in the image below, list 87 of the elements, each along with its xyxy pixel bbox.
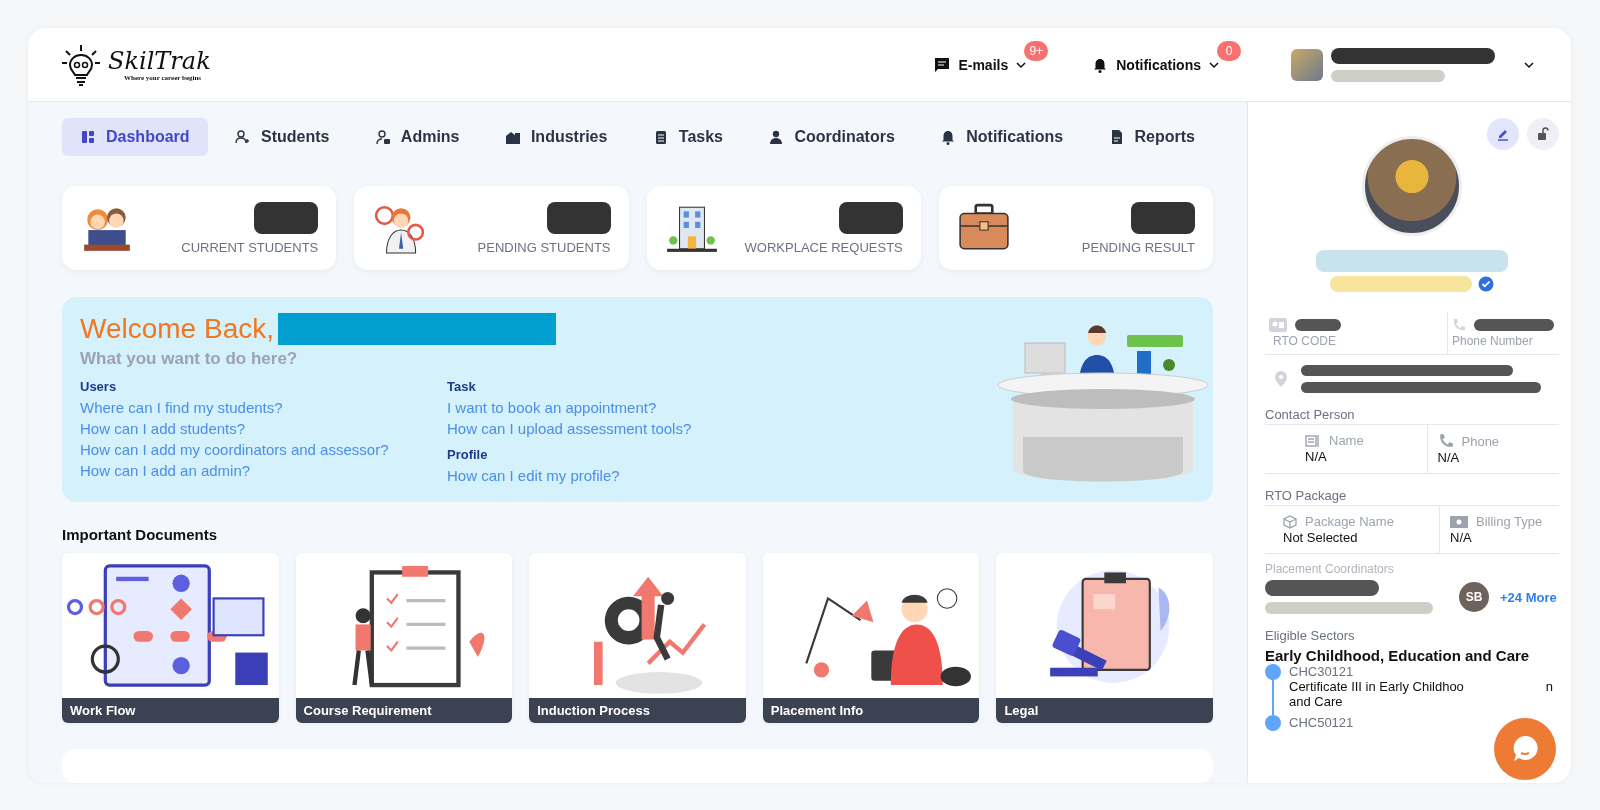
course-name: and Care: [1289, 694, 1344, 709]
avatar-initials: SB: [1459, 582, 1489, 612]
welcome-title: Welcome Back,: [80, 313, 274, 345]
field-label: Name: [1329, 433, 1364, 448]
document-title: Work Flow: [62, 698, 279, 723]
verified-badge-icon: [1478, 276, 1494, 292]
redacted-value: [838, 201, 903, 234]
stat-label: WORKPLACE REQUESTS: [744, 239, 903, 255]
redacted-value: [1295, 319, 1341, 331]
nav-tab[interactable]: Admins: [356, 118, 478, 156]
section-title: Eligible Sectors: [1265, 628, 1356, 643]
location-pin-icon: [1275, 371, 1287, 387]
field-value: N/A: [1305, 449, 1328, 464]
more-link[interactable]: +24 More: [1500, 589, 1557, 605]
chevron-down-icon: [1209, 59, 1219, 70]
people-icon: [235, 129, 251, 145]
bell-icon: [940, 129, 957, 145]
nav-tab[interactable]: Industries: [486, 118, 626, 156]
students-drawing: [84, 208, 130, 251]
group-heading: Profile: [447, 447, 489, 462]
stat-label: PENDING RESULT: [1081, 239, 1195, 255]
clerk-drawing: [375, 205, 425, 254]
document-title: Induction Process: [529, 698, 746, 723]
document-card[interactable]: Placement Info: [762, 553, 980, 723]
section-title: Contact Person: [1265, 407, 1559, 425]
group-heading: Task: [447, 379, 477, 394]
field-label: Phone Number: [1452, 334, 1534, 348]
unlocked-padlock-icon: [1536, 127, 1550, 141]
message-icon: [934, 56, 951, 73]
field-label: Package Name: [1305, 514, 1394, 529]
section-title: Placement Coordinators: [1265, 562, 1395, 576]
count-badge: 9+: [1024, 40, 1049, 61]
phone-icon: [1437, 433, 1454, 449]
lightbulb-icon: [60, 42, 102, 87]
bell-icon: [1092, 56, 1109, 73]
course-code: CHC30121: [1289, 664, 1355, 679]
document-card[interactable]: Work Flow: [62, 553, 279, 723]
field-label: RTO CODE: [1272, 334, 1337, 348]
name-card-icon: [1305, 433, 1321, 448]
document-card[interactable]: Legal: [996, 553, 1213, 723]
stat-label: PENDING STUDENTS: [477, 239, 611, 255]
pencil-icon: [1496, 127, 1510, 141]
nav-tab[interactable]: Reports: [1090, 118, 1213, 156]
user-lock-icon: [374, 129, 391, 145]
banknote-icon: [1450, 515, 1468, 528]
course-code: CHC50121: [1289, 715, 1354, 730]
course-name: n: [1545, 679, 1553, 694]
logo-wordmark: SkilTrak: [108, 47, 211, 74]
nav-tab[interactable]: Notifications: [922, 118, 1082, 156]
course-name: Certificate III in Early Childhoo: [1289, 679, 1464, 694]
field-value: Not Selected: [1283, 530, 1359, 545]
welcome-subtitle: What you want to do here?: [80, 349, 299, 369]
field-value: N/A: [1437, 450, 1461, 465]
unlock-button[interactable]: [1527, 118, 1559, 150]
document-card[interactable]: Course Requirement: [295, 553, 513, 723]
field-value: N/A: [1450, 530, 1473, 545]
count-badge: 0: [1217, 40, 1241, 61]
chevron-down-icon: [1524, 59, 1534, 70]
id-card-icon: [1269, 318, 1287, 332]
redacted-value: [1131, 201, 1195, 234]
nav-tab[interactable]: Students: [217, 118, 348, 156]
nav-tab[interactable]: Dashboard: [62, 118, 208, 156]
field-label: Billing Type: [1476, 514, 1543, 529]
nav-tab[interactable]: Coordinators: [750, 118, 913, 156]
document-title: Legal: [996, 698, 1213, 723]
edit-button[interactable]: [1487, 118, 1519, 150]
group-heading: Users: [80, 379, 118, 394]
nav-tab[interactable]: Tasks: [634, 118, 741, 156]
phone-icon: [1452, 318, 1466, 332]
photo-placeholder: [1291, 48, 1323, 81]
building-icon: [504, 129, 521, 145]
document-card[interactable]: Induction Process: [529, 553, 746, 723]
section-title: Important Documents: [62, 526, 218, 543]
sector-title: Early Childhood, Education and Care: [1265, 647, 1531, 664]
office-building-drawing: [666, 206, 717, 252]
package-box-icon: [1283, 514, 1297, 529]
document-title: Course Requirement: [295, 698, 513, 723]
section-title: RTO Package: [1265, 488, 1559, 506]
field-label: Phone: [1461, 433, 1500, 449]
stat-label: CURRENT STUDENTS: [181, 239, 319, 255]
chevron-down-icon: [1016, 59, 1027, 70]
document-title: Placement Info: [762, 698, 980, 723]
briefcase-drawing: [959, 203, 1009, 250]
redacted-value: [546, 201, 611, 234]
person-icon: [768, 129, 785, 145]
dashboard-icon: [80, 129, 96, 145]
redacted-value: [254, 201, 319, 234]
